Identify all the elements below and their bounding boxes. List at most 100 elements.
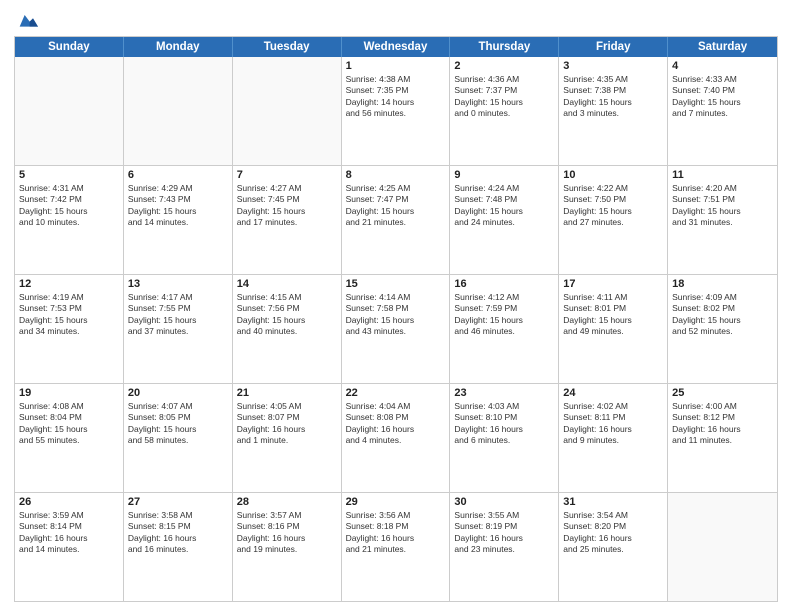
calendar-cell: 27Sunrise: 3:58 AM Sunset: 8:15 PM Dayli… (124, 493, 233, 601)
calendar-cell: 7 Sunrise: 4:27 AM Sunset: 7:45 PM Daylig… (233, 166, 342, 274)
calendar-cell: 9 Sunrise: 4:24 AM Sunset: 7:48 PM Daylig… (450, 166, 559, 274)
cell-day-number: 9 (454, 169, 554, 181)
calendar-cell (233, 57, 342, 165)
cell-day-number: 1 (346, 60, 446, 72)
calendar-body: 1 Sunrise: 4:38 AM Sunset: 7:35 PM Daylig… (15, 57, 777, 601)
header (14, 10, 778, 30)
cell-info: Sunrise: 4:20 AM Sunset: 7:51 PM Dayligh… (672, 183, 773, 229)
calendar-row-0: 1 Sunrise: 4:38 AM Sunset: 7:35 PM Daylig… (15, 57, 777, 165)
header-cell-saturday: Saturday (668, 37, 777, 57)
cell-day-number: 30 (454, 496, 554, 508)
header-cell-tuesday: Tuesday (233, 37, 342, 57)
cell-day-number: 23 (454, 387, 554, 399)
calendar-cell: 4 Sunrise: 4:33 AM Sunset: 7:40 PM Daylig… (668, 57, 777, 165)
cell-day-number: 4 (672, 60, 773, 72)
cell-day-number: 18 (672, 278, 773, 290)
calendar-cell: 15 Sunrise: 4:14 AM Sunset: 7:58 PM Dayli… (342, 275, 451, 383)
calendar-cell: 29 Sunrise: 3:56 AM Sunset: 8:18 PM Dayli… (342, 493, 451, 601)
cell-info: Sunrise: 3:55 AM Sunset: 8:19 PM Dayligh… (454, 510, 554, 556)
calendar: SundayMondayTuesdayWednesdayThursdayFrid… (14, 36, 778, 602)
calendar-cell: 8Sunrise: 4:25 AM Sunset: 7:47 PM Daylig… (342, 166, 451, 274)
cell-day-number: 3 (563, 60, 663, 72)
calendar-cell: 25 Sunrise: 4:00 AM Sunset: 8:12 PM Dayli… (668, 384, 777, 492)
calendar-row-2: 12 Sunrise: 4:19 AM Sunset: 7:53 PM Dayli… (15, 274, 777, 383)
logo-icon (18, 10, 38, 30)
cell-day-number: 13 (128, 278, 228, 290)
cell-info: Sunrise: 3:57 AM Sunset: 8:16 PM Dayligh… (237, 510, 337, 556)
calendar-cell: 24Sunrise: 4:02 AM Sunset: 8:11 PM Dayli… (559, 384, 668, 492)
calendar-cell: 31Sunrise: 3:54 AM Sunset: 8:20 PM Dayli… (559, 493, 668, 601)
calendar-cell (668, 493, 777, 601)
cell-day-number: 29 (346, 496, 446, 508)
calendar-cell: 16Sunrise: 4:12 AM Sunset: 7:59 PM Dayli… (450, 275, 559, 383)
logo (14, 10, 40, 30)
cell-info: Sunrise: 4:08 AM Sunset: 8:04 PM Dayligh… (19, 401, 119, 447)
calendar-row-3: 19 Sunrise: 4:08 AM Sunset: 8:04 PM Dayli… (15, 383, 777, 492)
cell-info: Sunrise: 4:14 AM Sunset: 7:58 PM Dayligh… (346, 292, 446, 338)
cell-info: Sunrise: 4:04 AM Sunset: 8:08 PM Dayligh… (346, 401, 446, 447)
calendar-cell: 22 Sunrise: 4:04 AM Sunset: 8:08 PM Dayli… (342, 384, 451, 492)
cell-day-number: 22 (346, 387, 446, 399)
calendar-cell: 10 Sunrise: 4:22 AM Sunset: 7:50 PM Dayli… (559, 166, 668, 274)
cell-info: Sunrise: 4:05 AM Sunset: 8:07 PM Dayligh… (237, 401, 337, 447)
calendar-cell (124, 57, 233, 165)
calendar-cell: 6Sunrise: 4:29 AM Sunset: 7:43 PM Daylig… (124, 166, 233, 274)
calendar-cell: 18 Sunrise: 4:09 AM Sunset: 8:02 PM Dayli… (668, 275, 777, 383)
calendar-cell: 20Sunrise: 4:07 AM Sunset: 8:05 PM Dayli… (124, 384, 233, 492)
cell-day-number: 28 (237, 496, 337, 508)
calendar-row-4: 26 Sunrise: 3:59 AM Sunset: 8:14 PM Dayli… (15, 492, 777, 601)
cell-day-number: 7 (237, 169, 337, 181)
cell-info: Sunrise: 4:27 AM Sunset: 7:45 PM Dayligh… (237, 183, 337, 229)
cell-info: Sunrise: 4:19 AM Sunset: 7:53 PM Dayligh… (19, 292, 119, 338)
cell-day-number: 31 (563, 496, 663, 508)
cell-day-number: 6 (128, 169, 228, 181)
calendar-cell: 2 Sunrise: 4:36 AM Sunset: 7:37 PM Daylig… (450, 57, 559, 165)
header-cell-wednesday: Wednesday (342, 37, 451, 57)
cell-info: Sunrise: 4:38 AM Sunset: 7:35 PM Dayligh… (346, 74, 446, 120)
calendar-cell: 5 Sunrise: 4:31 AM Sunset: 7:42 PM Daylig… (15, 166, 124, 274)
cell-info: Sunrise: 4:12 AM Sunset: 7:59 PM Dayligh… (454, 292, 554, 338)
cell-info: Sunrise: 4:22 AM Sunset: 7:50 PM Dayligh… (563, 183, 663, 229)
cell-info: Sunrise: 4:03 AM Sunset: 8:10 PM Dayligh… (454, 401, 554, 447)
cell-info: Sunrise: 4:09 AM Sunset: 8:02 PM Dayligh… (672, 292, 773, 338)
cell-info: Sunrise: 4:24 AM Sunset: 7:48 PM Dayligh… (454, 183, 554, 229)
calendar-cell: 13 Sunrise: 4:17 AM Sunset: 7:55 PM Dayli… (124, 275, 233, 383)
cell-info: Sunrise: 4:25 AM Sunset: 7:47 PM Dayligh… (346, 183, 446, 229)
calendar-cell: 3Sunrise: 4:35 AM Sunset: 7:38 PM Daylig… (559, 57, 668, 165)
header-cell-friday: Friday (559, 37, 668, 57)
calendar-header: SundayMondayTuesdayWednesdayThursdayFrid… (15, 37, 777, 57)
cell-day-number: 21 (237, 387, 337, 399)
cell-day-number: 17 (563, 278, 663, 290)
cell-day-number: 2 (454, 60, 554, 72)
cell-day-number: 24 (563, 387, 663, 399)
header-cell-sunday: Sunday (15, 37, 124, 57)
calendar-cell: 21 Sunrise: 4:05 AM Sunset: 8:07 PM Dayli… (233, 384, 342, 492)
calendar-cell: 28 Sunrise: 3:57 AM Sunset: 8:16 PM Dayli… (233, 493, 342, 601)
cell-info: Sunrise: 4:15 AM Sunset: 7:56 PM Dayligh… (237, 292, 337, 338)
cell-day-number: 12 (19, 278, 119, 290)
cell-day-number: 25 (672, 387, 773, 399)
cell-info: Sunrise: 4:36 AM Sunset: 7:37 PM Dayligh… (454, 74, 554, 120)
calendar-cell: 23 Sunrise: 4:03 AM Sunset: 8:10 PM Dayli… (450, 384, 559, 492)
cell-info: Sunrise: 3:56 AM Sunset: 8:18 PM Dayligh… (346, 510, 446, 556)
cell-info: Sunrise: 4:17 AM Sunset: 7:55 PM Dayligh… (128, 292, 228, 338)
cell-info: Sunrise: 3:59 AM Sunset: 8:14 PM Dayligh… (19, 510, 119, 556)
cell-day-number: 15 (346, 278, 446, 290)
cell-info: Sunrise: 4:31 AM Sunset: 7:42 PM Dayligh… (19, 183, 119, 229)
cell-info: Sunrise: 4:33 AM Sunset: 7:40 PM Dayligh… (672, 74, 773, 120)
cell-day-number: 19 (19, 387, 119, 399)
cell-day-number: 14 (237, 278, 337, 290)
cell-day-number: 5 (19, 169, 119, 181)
cell-day-number: 10 (563, 169, 663, 181)
cell-info: Sunrise: 4:00 AM Sunset: 8:12 PM Dayligh… (672, 401, 773, 447)
calendar-cell: 30 Sunrise: 3:55 AM Sunset: 8:19 PM Dayli… (450, 493, 559, 601)
cell-info: Sunrise: 4:11 AM Sunset: 8:01 PM Dayligh… (563, 292, 663, 338)
calendar-cell: 17 Sunrise: 4:11 AM Sunset: 8:01 PM Dayli… (559, 275, 668, 383)
cell-info: Sunrise: 3:58 AM Sunset: 8:15 PM Dayligh… (128, 510, 228, 556)
calendar-cell: 11Sunrise: 4:20 AM Sunset: 7:51 PM Dayli… (668, 166, 777, 274)
header-cell-thursday: Thursday (450, 37, 559, 57)
calendar-cell: 26 Sunrise: 3:59 AM Sunset: 8:14 PM Dayli… (15, 493, 124, 601)
calendar-cell (15, 57, 124, 165)
page: SundayMondayTuesdayWednesdayThursdayFrid… (0, 0, 792, 612)
cell-day-number: 26 (19, 496, 119, 508)
